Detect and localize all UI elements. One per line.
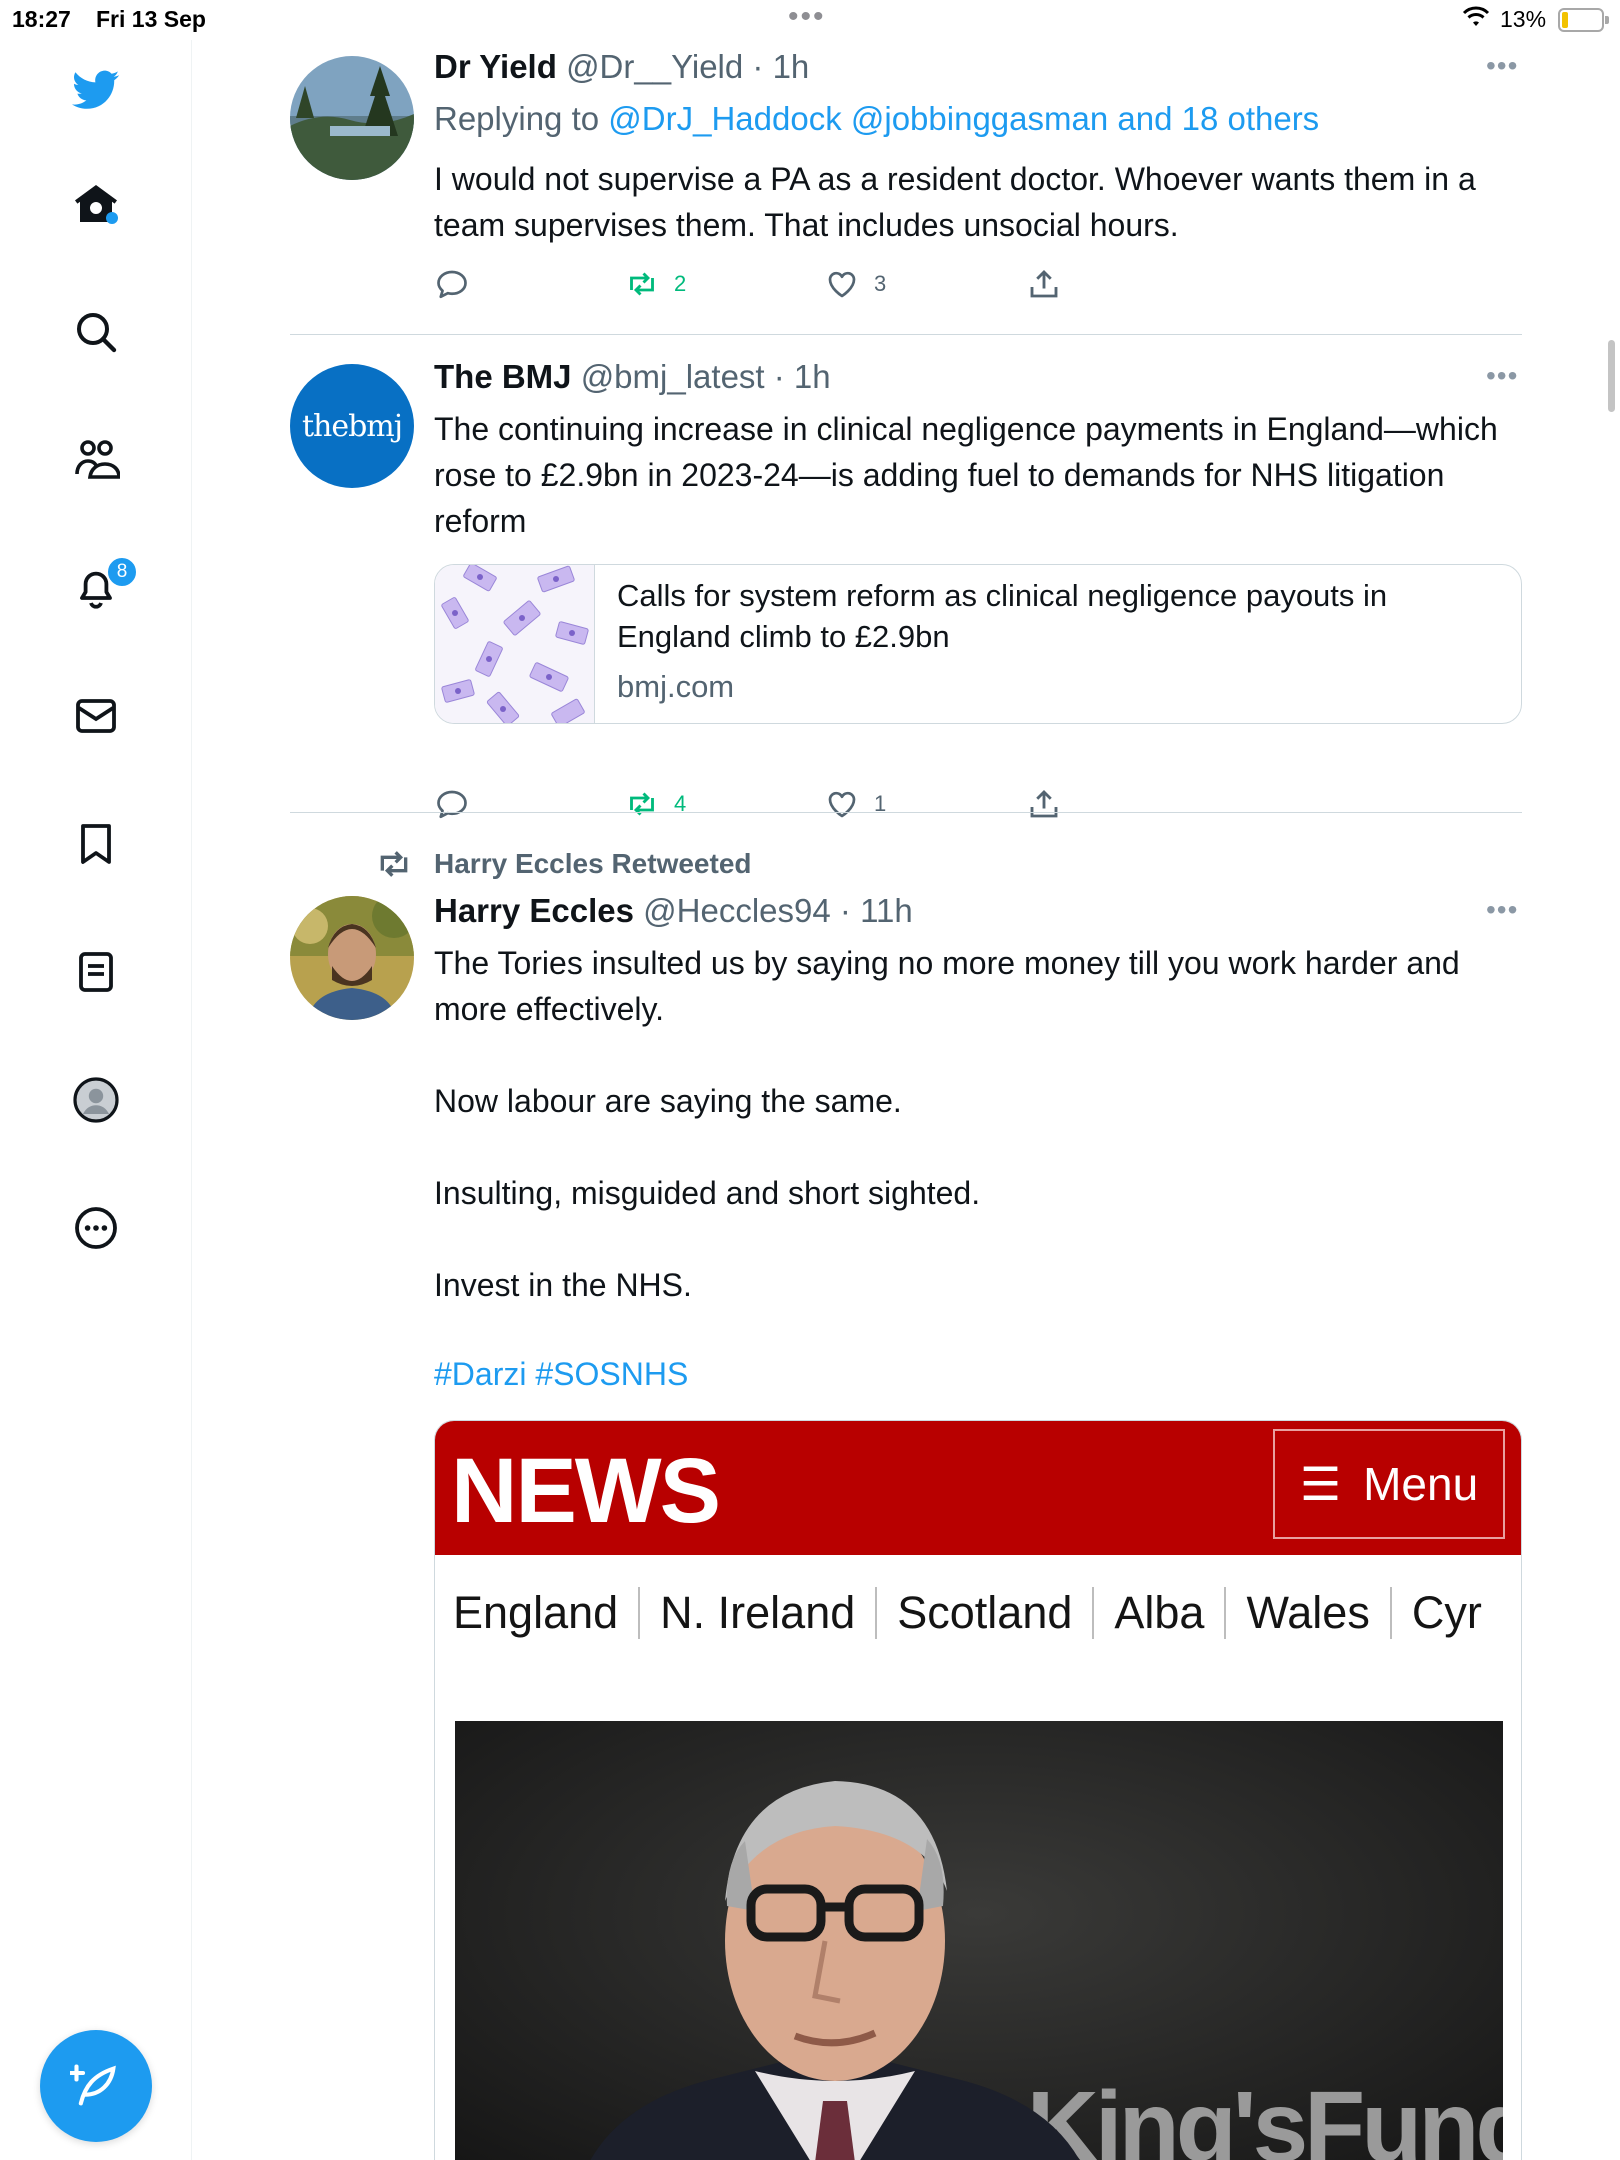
bbc-region-nav: England N. Ireland Scotland Alba Wales C… — [453, 1587, 1482, 1639]
tweet-paragraph: The Tories insulted us by saying no more… — [434, 945, 1460, 1027]
tweet-text: The continuing increase in clinical negl… — [434, 411, 1498, 539]
search-icon[interactable] — [66, 302, 126, 362]
profile-icon[interactable] — [66, 1070, 126, 1130]
link-card-thumbnail — [435, 565, 595, 723]
retweet-icon — [380, 851, 408, 877]
author-name[interactable]: Dr Yield — [434, 48, 557, 85]
wifi-icon — [1462, 6, 1490, 35]
author-name[interactable]: The BMJ — [434, 358, 572, 395]
twitter-bird-icon[interactable] — [66, 60, 126, 120]
hamburger-icon: ☰ — [1299, 1458, 1342, 1510]
news-photo: eKing'sFund› — [455, 1721, 1503, 2160]
tweet-text: I would not supervise a PA as a resident… — [434, 161, 1476, 243]
avatar[interactable] — [290, 56, 414, 180]
retweet-button[interactable]: 2 — [624, 266, 686, 302]
new-posts-dot — [106, 212, 118, 224]
avatar[interactable] — [290, 896, 414, 1020]
more-options-icon[interactable]: ••• — [1486, 894, 1522, 926]
region-wales: Wales — [1246, 1587, 1370, 1638]
share-icon — [1030, 789, 1058, 818]
author-handle[interactable]: @bmj_latest — [581, 358, 765, 395]
tweet-actions: 4 1 — [434, 786, 1134, 826]
bbc-header: NEWS ☰ Menu — [435, 1421, 1521, 1555]
bbc-menu-label: Menu — [1363, 1458, 1479, 1510]
region-n-ireland: N. Ireland — [660, 1587, 856, 1638]
author-handle[interactable]: @Heccles94 — [643, 892, 831, 929]
tweet-paragraph: Now labour are saying the same. — [434, 1083, 902, 1119]
like-count: 3 — [874, 271, 887, 296]
tweet-time: · 11h — [839, 892, 913, 929]
retweet-button[interactable]: 4 — [624, 786, 686, 822]
more-options-icon[interactable]: ••• — [1486, 360, 1522, 392]
notification-badge: 8 — [106, 556, 138, 588]
reply-icon — [437, 270, 467, 299]
share-button[interactable] — [1026, 786, 1076, 822]
tweet-actions: 2 3 — [434, 266, 1134, 306]
mail-icon[interactable] — [66, 686, 126, 746]
feather-plus-icon — [70, 2064, 116, 2106]
scrollbar[interactable] — [1608, 340, 1615, 412]
link-card[interactable]: Calls for system reform as clinical negl… — [434, 564, 1522, 724]
bookmark-icon[interactable] — [66, 814, 126, 874]
sidebar-nav: 8 — [0, 40, 192, 2160]
region-scotland: Scotland — [897, 1587, 1073, 1638]
region-alba: Alba — [1114, 1587, 1205, 1638]
retweet-icon — [630, 792, 654, 816]
status-time: 18:27 — [12, 6, 71, 32]
communities-icon[interactable] — [66, 430, 126, 490]
battery-icon — [1558, 8, 1609, 32]
region-cyr: Cyr — [1411, 1587, 1482, 1638]
home-icon[interactable] — [66, 174, 126, 234]
status-date: Fri 13 Sep — [96, 6, 206, 32]
link-card-title: Calls for system reform as clinical negl… — [617, 578, 1388, 654]
lists-icon[interactable] — [66, 942, 126, 1002]
tweet-time: · 1h — [773, 358, 831, 395]
link-card-domain: bmj.com — [617, 669, 735, 704]
more-circle-icon[interactable] — [66, 1198, 126, 1258]
status-bar: 18:27 Fri 13 Sep ••• 13% — [0, 0, 1620, 40]
retweet-icon — [630, 272, 654, 296]
battery-percent: 13% — [1500, 6, 1547, 32]
avatar[interactable]: thebmj — [290, 364, 414, 488]
retweeted-by-label[interactable]: Harry Eccles Retweeted — [434, 848, 752, 880]
replying-prefix: Replying to — [434, 100, 600, 137]
heart-icon — [828, 791, 856, 818]
tweet-paragraph: Insulting, misguided and short sighted. — [434, 1175, 981, 1211]
tweet-media-image[interactable]: NEWS ☰ Menu England N. Ireland Scotland … — [434, 1420, 1522, 2160]
replying-to-link[interactable]: @DrJ_Haddock @jobbinggasman and 18 other… — [608, 100, 1319, 137]
author-name[interactable]: Harry Eccles — [434, 892, 634, 929]
retweet-count: 4 — [674, 791, 687, 816]
bbc-menu-button: ☰ Menu — [1273, 1429, 1505, 1539]
multitasking-dots-icon[interactable]: ••• — [788, 0, 826, 34]
share-button[interactable] — [1026, 266, 1076, 302]
like-button[interactable]: 3 — [824, 266, 886, 302]
region-england: England — [453, 1587, 619, 1638]
retweeted-by: Harry Eccles Retweeted — [374, 844, 752, 884]
reply-icon — [437, 790, 467, 819]
tweet-divider — [290, 334, 1522, 335]
replying-to: Replying to @DrJ_Haddock @jobbinggasman … — [434, 100, 1319, 138]
heart-icon — [828, 271, 856, 298]
compose-tweet-button[interactable] — [40, 2030, 152, 2142]
reply-button[interactable] — [434, 786, 484, 822]
reply-button[interactable] — [434, 266, 484, 302]
hashtags[interactable]: #Darzi #SOSNHS — [434, 1356, 688, 1393]
bbc-news-logo: NEWS — [451, 1440, 721, 1542]
like-count: 1 — [874, 791, 887, 816]
bmj-logo-text: thebmj — [301, 408, 403, 444]
author-handle[interactable]: @Dr__Yield — [566, 48, 743, 85]
tweet-paragraph: Invest in the NHS. — [434, 1267, 692, 1303]
share-icon — [1030, 269, 1058, 298]
retweet-count: 2 — [674, 271, 687, 296]
tweet-time: · 1h — [752, 48, 810, 85]
like-button[interactable]: 1 — [824, 786, 886, 822]
tweet-divider — [290, 812, 1522, 813]
more-options-icon[interactable]: ••• — [1486, 50, 1522, 82]
